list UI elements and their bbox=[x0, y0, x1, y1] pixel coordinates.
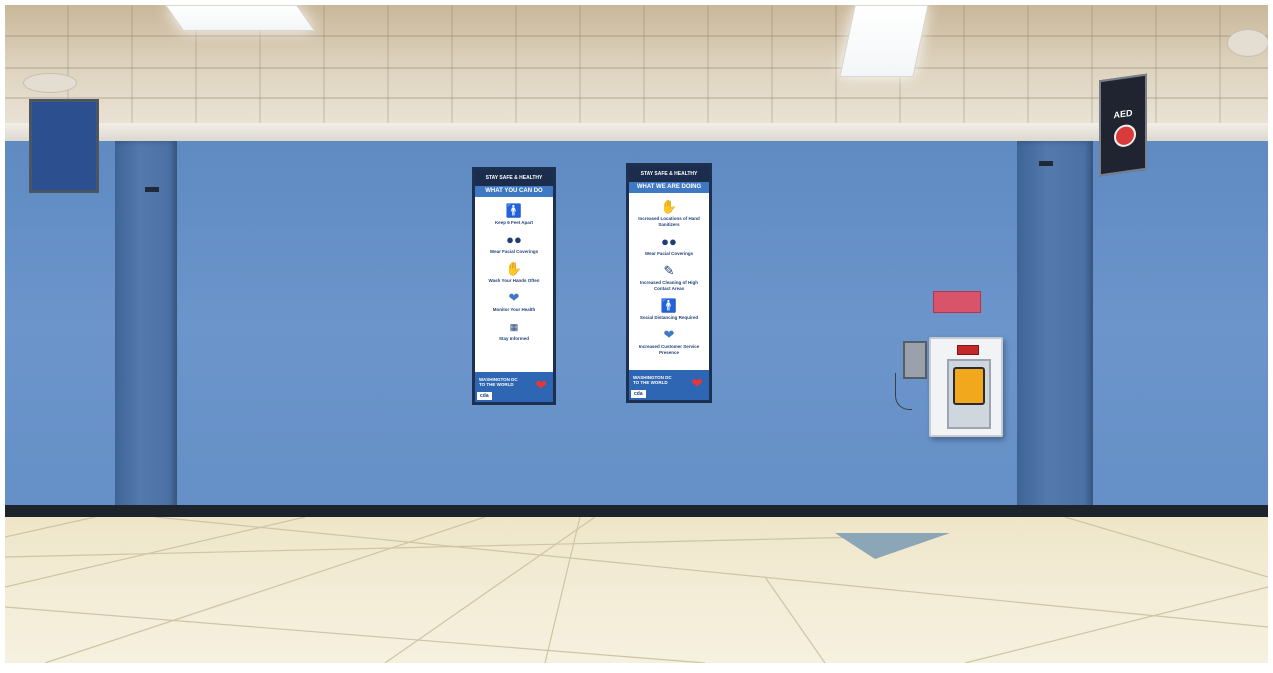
poster-2-header: STAY SAFE & HEALTHY bbox=[629, 166, 709, 182]
floor-blue-tile bbox=[835, 533, 950, 559]
poster-2-footer: WASHINGTON DC TO THE WORLD ❤ cda bbox=[629, 370, 709, 400]
poster-2-footer-text: WASHINGTON DC TO THE WORLD bbox=[633, 375, 672, 385]
cleaning-hand-icon: ✋ bbox=[660, 199, 678, 214]
red-wall-panel bbox=[933, 291, 981, 313]
poster-2-item-label: Social Distancing Required bbox=[639, 315, 699, 320]
poster-2-item: ●● Wear Facial Coverings bbox=[629, 234, 709, 257]
aed-alarm-light bbox=[957, 345, 979, 355]
poster-1-item-label: Stay Informed bbox=[498, 336, 529, 341]
hanging-display-sign bbox=[29, 99, 99, 193]
aed-device[interactable] bbox=[953, 367, 985, 405]
poster-1-logo: cda bbox=[477, 392, 492, 400]
heart-icon: ❤ bbox=[535, 377, 547, 393]
heart-icon: ❤ bbox=[691, 375, 703, 391]
spray-icon: ✎ bbox=[663, 263, 675, 278]
pillar-label-plate bbox=[145, 187, 159, 192]
poster-2-item: ✎ Increased Cleaning of High Contact Are… bbox=[629, 263, 709, 292]
face-mask-icon: ●● bbox=[661, 234, 677, 249]
poster-2-item-label: Increased Cleaning of High Contact Areas bbox=[639, 280, 698, 291]
poster-1-item: 🚹 Keep 6 Feet Apart bbox=[475, 203, 553, 226]
poster-1-item-label: Wear Facial Coverings bbox=[489, 249, 539, 254]
poster-1-item-label: Wash Your Hands Often bbox=[488, 278, 540, 283]
poster-2-item-label: Increased Customer Service Presence bbox=[638, 344, 700, 355]
health-poster-1: STAY SAFE & HEALTHY WHAT YOU CAN DO 🚹 Ke… bbox=[472, 167, 556, 405]
hand-wash-icon: ✋ bbox=[505, 261, 523, 276]
poster-1-band: WHAT YOU CAN DO bbox=[475, 186, 553, 197]
ceiling-light bbox=[165, 5, 316, 31]
baseboard bbox=[5, 505, 1268, 517]
aed-heart-icon bbox=[1114, 123, 1136, 149]
poster-2-item: ❤ Increased Customer Service Presence bbox=[629, 327, 709, 356]
poster-1-item: ▦ Stay Informed bbox=[475, 319, 553, 342]
ceiling-vent bbox=[1227, 29, 1268, 57]
poster-1-item-label: Monitor Your Health bbox=[492, 307, 536, 312]
poster-1-footer: WASHINGTON DC TO THE WORLD ❤ cda bbox=[475, 372, 553, 402]
poster-2-item: ✋ Increased Locations of Hand Sanitizers bbox=[629, 199, 709, 228]
heart-shield-icon: ❤ bbox=[663, 327, 675, 342]
people-distance-icon: 🚹 bbox=[505, 203, 523, 218]
wall-pillar bbox=[1017, 141, 1093, 517]
ceiling-vent bbox=[23, 73, 77, 93]
wall-pillar bbox=[115, 141, 177, 517]
ceiling-light bbox=[839, 5, 929, 77]
poster-1-item: ❤ Monitor Your Health bbox=[475, 290, 553, 313]
aed-cabinet[interactable] bbox=[929, 337, 1003, 437]
poster-2-item-label: Wear Facial Coverings bbox=[644, 251, 694, 256]
news-icon: ▦ bbox=[509, 322, 519, 332]
ceiling-grid-line bbox=[5, 35, 1268, 37]
heart-plus-icon: ❤ bbox=[508, 290, 520, 305]
aed-sign-text: AED bbox=[1113, 107, 1133, 121]
floor-tile-lines bbox=[5, 517, 1268, 663]
face-mask-icon: ●● bbox=[506, 232, 522, 247]
pillar-label-plate bbox=[1039, 161, 1053, 166]
poster-1-header: STAY SAFE & HEALTHY bbox=[475, 170, 553, 186]
poster-2-item-label: Increased Locations of Hand Sanitizers bbox=[638, 216, 700, 227]
poster-1-footer-text: WASHINGTON DC TO THE WORLD bbox=[479, 377, 518, 387]
wall-cornice bbox=[5, 123, 1268, 141]
people-distance-icon: 🚹 bbox=[660, 298, 678, 313]
poster-1-item: ✋ Wash Your Hands Often bbox=[475, 261, 553, 284]
tile-floor bbox=[5, 517, 1268, 663]
health-poster-2: STAY SAFE & HEALTHY WHAT WE ARE DOING ✋ … bbox=[626, 163, 712, 403]
terminal-scene: AED STAY SAFE & HEALTHY WHAT YOU CAN DO … bbox=[5, 5, 1268, 663]
poster-2-band: WHAT WE ARE DOING bbox=[629, 182, 709, 193]
phone-cord bbox=[895, 373, 912, 410]
aed-cabinet-window bbox=[947, 359, 991, 429]
poster-1-item: ●● Wear Facial Coverings bbox=[475, 232, 553, 255]
aed-hanging-sign: AED bbox=[1099, 73, 1147, 177]
poster-2-item: 🚹 Social Distancing Required bbox=[629, 298, 709, 321]
poster-1-item-label: Keep 6 Feet Apart bbox=[494, 220, 534, 225]
poster-2-logo: cda bbox=[631, 390, 646, 398]
ceiling-grid-line bbox=[5, 97, 1268, 99]
ceiling-grid-line bbox=[5, 67, 1268, 69]
